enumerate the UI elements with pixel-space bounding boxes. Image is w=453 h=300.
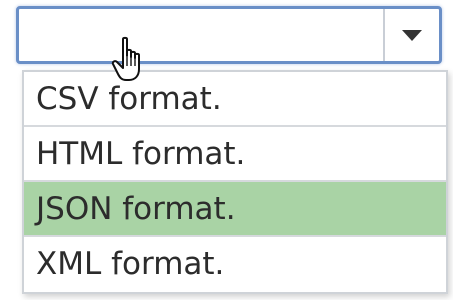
option-xml[interactable]: XML format. bbox=[24, 237, 446, 292]
option-json[interactable]: JSON format. bbox=[24, 182, 446, 237]
format-select-widget: CSV format. HTML format. JSON format. XM… bbox=[0, 0, 453, 300]
format-select[interactable] bbox=[16, 6, 442, 64]
option-csv[interactable]: CSV format. bbox=[24, 72, 446, 127]
hand-pointer-icon bbox=[111, 36, 140, 81]
chevron-down-icon bbox=[402, 30, 422, 41]
format-options-list: CSV format. HTML format. JSON format. XM… bbox=[22, 70, 448, 294]
dropdown-toggle-button[interactable] bbox=[383, 9, 439, 61]
option-html[interactable]: HTML format. bbox=[24, 127, 446, 182]
